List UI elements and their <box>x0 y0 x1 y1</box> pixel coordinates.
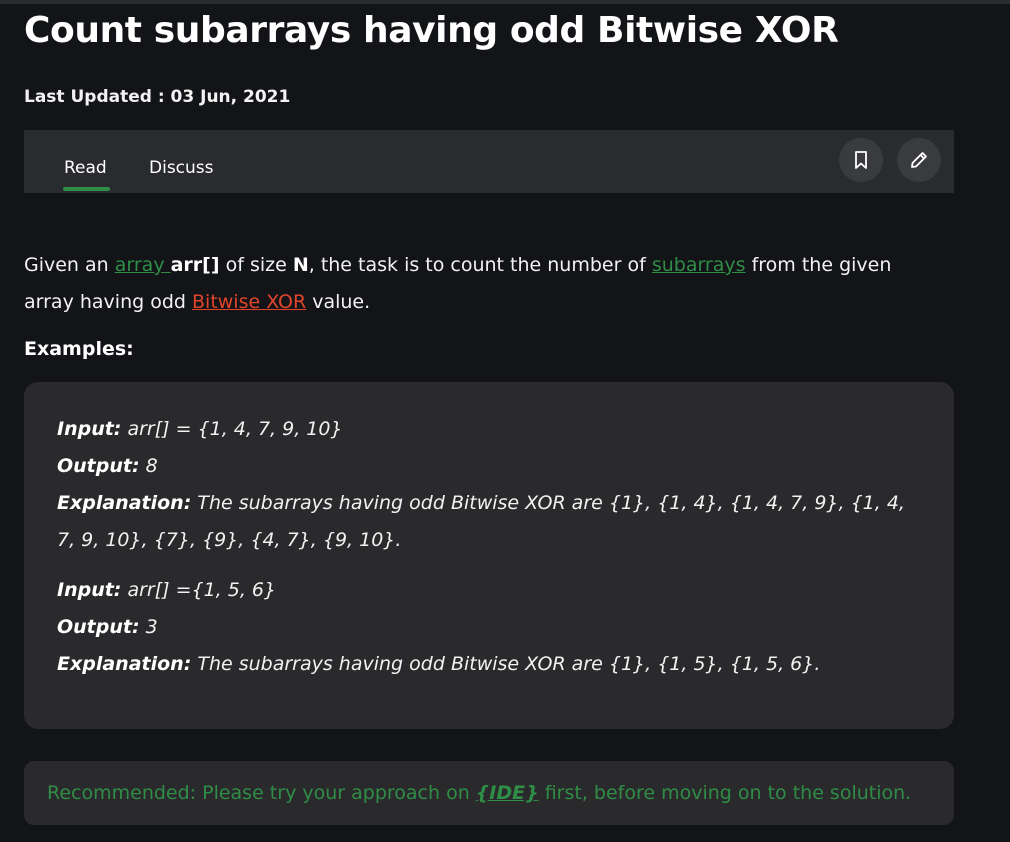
example-output: Output: 8 <box>57 448 927 485</box>
input-label: Input: <box>57 418 122 440</box>
examples-box: Input: arr[] = {1, 4, 7, 9, 10} Output: … <box>24 382 954 729</box>
intro-text: of size <box>219 254 293 276</box>
recommended-text: Recommended: Please try your approach on <box>47 782 476 804</box>
bookmark-icon <box>855 151 867 169</box>
array-link[interactable]: array <box>115 254 171 276</box>
n-term: N <box>292 254 309 276</box>
output-value: 3 <box>139 616 158 638</box>
recommended-text: first, before moving on to the solution. <box>538 782 912 804</box>
input-value: arr[] ={1, 5, 6} <box>121 579 277 601</box>
output-label: Output: <box>57 455 140 477</box>
bookmark-button[interactable] <box>839 138 883 182</box>
input-label: Input: <box>57 579 122 601</box>
subarrays-link[interactable]: subarrays <box>652 254 746 276</box>
intro-text: value. <box>306 291 371 313</box>
examples-heading: Examples: <box>24 338 134 360</box>
edit-button[interactable] <box>897 138 941 182</box>
ide-link[interactable]: {IDE} <box>476 782 539 804</box>
example-input: Input: arr[] = {1, 4, 7, 9, 10} <box>57 411 927 448</box>
intro-text: Given an <box>24 254 115 276</box>
input-value: arr[] = {1, 4, 7, 9, 10} <box>121 418 343 440</box>
example-explanation: Explanation: The subarrays having odd Bi… <box>57 646 927 683</box>
explanation-label: Explanation: <box>57 653 192 675</box>
bitwise-xor-link[interactable]: Bitwise XOR <box>192 291 306 313</box>
example-1: Input: arr[] = {1, 4, 7, 9, 10} Output: … <box>57 411 927 559</box>
page-title: Count subarrays having odd Bitwise XOR <box>24 10 839 51</box>
tab-read[interactable]: Read <box>64 158 107 178</box>
example-input: Input: arr[] ={1, 5, 6} <box>57 572 927 609</box>
example-explanation: Explanation: The subarrays having odd Bi… <box>57 485 927 559</box>
recommended-banner: Recommended: Please try your approach on… <box>24 761 954 825</box>
article-page: Count subarrays having odd Bitwise XOR L… <box>0 0 1010 842</box>
explanation-value: The subarrays having odd Bitwise XOR are… <box>191 653 821 675</box>
example-2: Input: arr[] ={1, 5, 6} Output: 3 Explan… <box>57 572 927 683</box>
output-label: Output: <box>57 616 140 638</box>
problem-statement: Given an array arr[] of size N, the task… <box>24 247 924 321</box>
output-value: 8 <box>139 455 158 477</box>
example-output: Output: 3 <box>57 609 927 646</box>
explanation-label: Explanation: <box>57 492 192 514</box>
pencil-icon <box>911 152 927 168</box>
arr-term: arr[] <box>170 254 220 276</box>
tab-discuss[interactable]: Discuss <box>149 158 214 178</box>
article-tab-bar: Read Discuss <box>24 130 954 193</box>
active-tab-indicator <box>63 187 110 191</box>
last-updated: Last Updated : 03 Jun, 2021 <box>24 87 291 107</box>
intro-text: , the task is to count the number of <box>308 254 652 276</box>
